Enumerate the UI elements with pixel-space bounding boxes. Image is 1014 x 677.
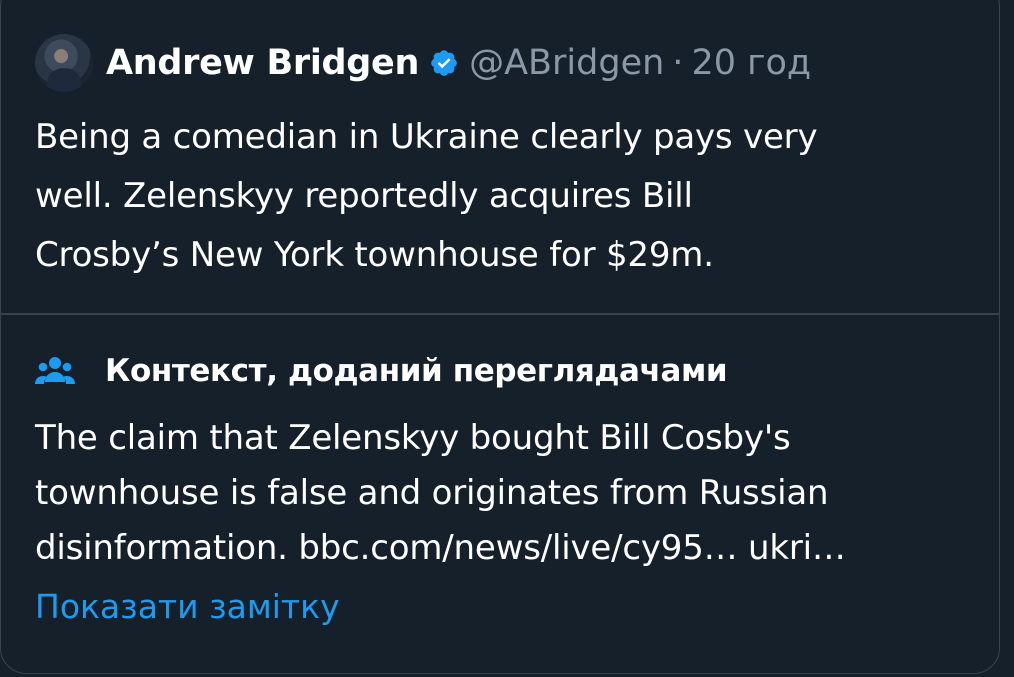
note-text-line[interactable]: disinformation. bbc.com/news/live/cy95… … (35, 521, 969, 576)
verified-badge-icon (431, 50, 457, 76)
avatar[interactable] (35, 34, 93, 92)
people-icon (35, 357, 75, 384)
community-note-title: Контекст, доданий переглядачами (105, 353, 728, 389)
post-time[interactable]: 20 год (691, 43, 811, 83)
note-text-line: townhouse is false and originates from R… (35, 473, 829, 513)
post-header: Andrew Bridgen @ABridgen · 20 год (35, 32, 969, 94)
note-text-line: The claim that Zelenskyy bought Bill Cos… (35, 418, 791, 458)
community-note-header: Контекст, доданий переглядачами (35, 349, 969, 393)
community-note: Контекст, доданий переглядачами The clai… (35, 349, 969, 632)
divider (1, 313, 999, 315)
post-text: Being a comedian in Ukraine clearly pays… (35, 108, 969, 285)
post-text-line: Crosby’s New York townhouse for $29m. (35, 235, 714, 275)
author-handle[interactable]: @ABridgen (469, 43, 664, 83)
show-note-link[interactable]: Показати замітку (35, 582, 969, 632)
post-text-line: Being a comedian in Ukraine clearly pays… (35, 117, 818, 157)
post: Andrew Bridgen @ABridgen · 20 год Being … (35, 32, 969, 285)
author-name[interactable]: Andrew Bridgen (106, 43, 419, 83)
separator-dot: · (672, 43, 684, 83)
tweet-card[interactable]: Andrew Bridgen @ABridgen · 20 год Being … (0, 0, 1000, 674)
community-note-text: The claim that Zelenskyy bought Bill Cos… (35, 411, 969, 576)
post-text-line: well. Zelenskyy reportedly acquires Bill (35, 176, 693, 216)
